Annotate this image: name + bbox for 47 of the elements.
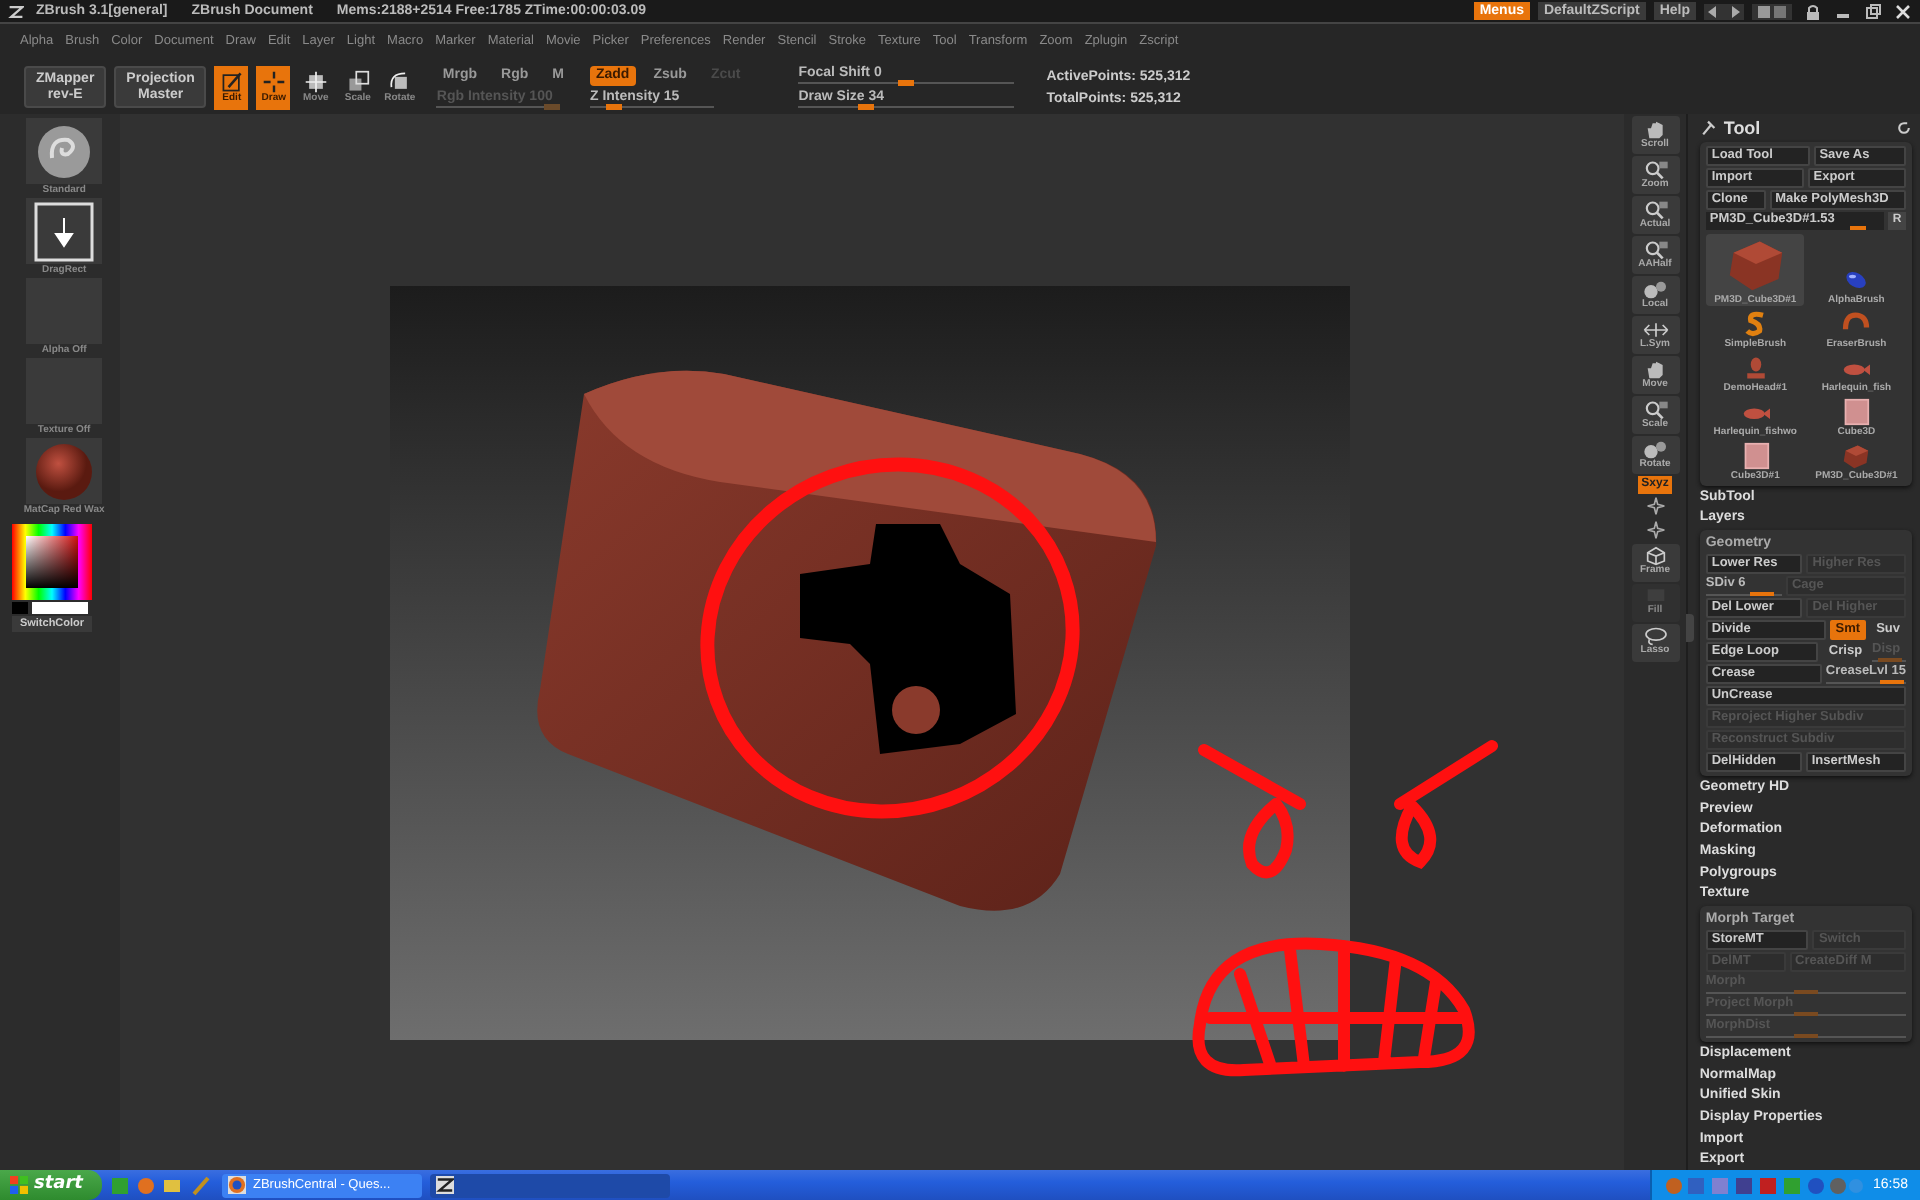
magnifier-icon <box>1641 159 1669 180</box>
start-button[interactable]: start <box>0 1170 103 1200</box>
spheres-icon <box>1641 279 1669 300</box>
slider-thumb[interactable] <box>1879 679 1904 684</box>
close-icon[interactable] <box>1894 3 1912 19</box>
z-logo-icon <box>436 1176 455 1194</box>
slider-thumb[interactable] <box>858 104 875 110</box>
windows-flag-icon <box>10 1176 28 1194</box>
refresh-icon[interactable] <box>1896 120 1912 137</box>
color-swatch[interactable] <box>12 602 28 614</box>
scale-cube-icon <box>345 69 370 94</box>
magnifier-icon <box>1641 239 1669 260</box>
quick-launch-icons[interactable] <box>110 1175 215 1195</box>
cube-icon <box>1641 546 1669 567</box>
palette-title: Tool <box>1723 118 1761 139</box>
pencil-square-icon <box>219 69 244 94</box>
slider-thumb[interactable] <box>1850 225 1867 230</box>
crosshair-icon <box>261 69 286 94</box>
lock-icon[interactable] <box>1804 3 1822 19</box>
restore-icon[interactable] <box>1864 3 1882 19</box>
collapse-handle[interactable] <box>1685 614 1694 642</box>
slider-thumb[interactable] <box>606 103 623 110</box>
sparkle-icon <box>1641 496 1669 517</box>
hammer-icon <box>1699 120 1716 137</box>
double-arrow-icon <box>1641 319 1669 340</box>
taskbar-button[interactable] <box>430 1173 671 1197</box>
shelf-thumbnail[interactable] <box>26 438 103 504</box>
slider-thumb[interactable] <box>898 80 915 86</box>
arrows-icon[interactable] <box>1704 3 1744 19</box>
rotate-cube-icon <box>387 69 412 94</box>
sparkle-icon <box>1641 520 1669 541</box>
magnifier-icon <box>1641 199 1669 220</box>
slider-thumb[interactable] <box>1750 591 1775 596</box>
spheres-icon <box>1641 439 1669 460</box>
shelf-thumbnail[interactable] <box>26 198 103 264</box>
color-picker[interactable] <box>12 524 92 600</box>
move-cube-icon <box>303 69 328 94</box>
matcap-sphere-icon <box>34 441 95 501</box>
lasso-icon <box>1641 626 1669 647</box>
tray-icons[interactable] <box>1664 1175 1865 1195</box>
brush-sphere-icon <box>34 121 95 181</box>
globe-icon <box>228 1176 247 1194</box>
shelf-thumbnail[interactable] <box>26 118 103 184</box>
cube-sculpt-drawing[interactable] <box>537 370 1157 911</box>
magnifier-icon <box>1641 399 1669 420</box>
color-swatch[interactable] <box>32 602 88 614</box>
zbrush-logo-icon <box>8 3 24 19</box>
